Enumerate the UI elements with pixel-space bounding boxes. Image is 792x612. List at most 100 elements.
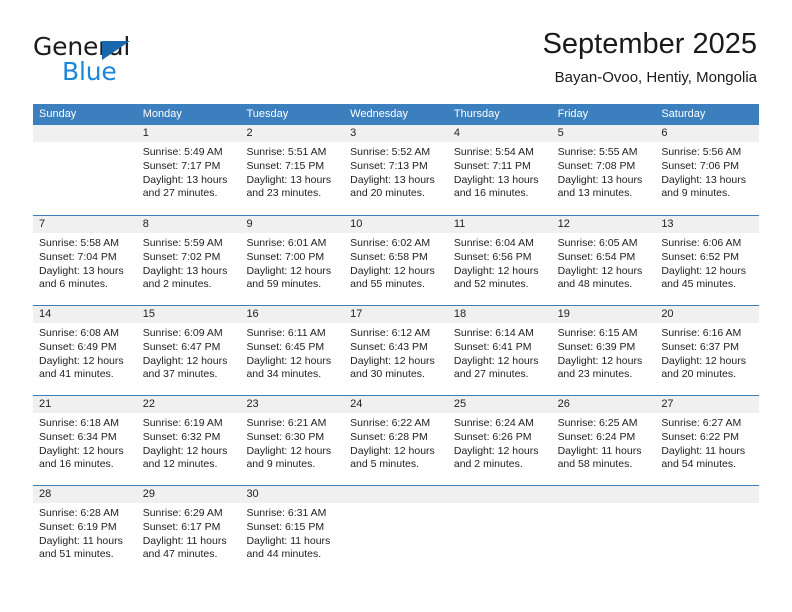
day-sun-info: Sunrise: 6:19 AM Sunset: 6:32 PM Daylight:… — [137, 413, 241, 472]
day-number: 11 — [447, 216, 552, 233]
sunset-text: Sunset: 6:19 PM — [39, 520, 117, 533]
day-sun-info: Sunrise: 5:56 AM Sunset: 7:06 PM Daylight:… — [655, 142, 759, 201]
sunset-text: Sunset: 6:56 PM — [453, 250, 532, 263]
sunset-text: Sunset: 6:49 PM — [39, 340, 117, 353]
sunrise-text: Sunrise: 6:14 AM — [453, 327, 534, 339]
day-sun-info: Sunrise: 5:52 AM Sunset: 7:13 PM Daylight:… — [344, 142, 448, 201]
sunset-text: Sunset: 6:45 PM — [246, 340, 325, 353]
daylight-text: Daylight: 11 hours and 47 minutes. — [142, 534, 227, 561]
sunset-text: Sunset: 6:43 PM — [350, 340, 428, 353]
day-sun-info: Sunrise: 6:21 AM Sunset: 6:30 PM Daylight:… — [240, 413, 344, 472]
calendar-day-cell[interactable]: 28 Sunrise: 6:28 AM Sunset: 6:19 PM Dayligh… — [33, 486, 137, 575]
day-number: 18 — [447, 306, 552, 323]
daylight-text: Daylight: 11 hours and 51 minutes. — [39, 534, 123, 561]
calendar-day-cell[interactable]: 16 Sunrise: 6:11 AM Sunset: 6:45 PM Dayligh… — [240, 306, 345, 395]
calendar-day-cell[interactable]: 7 Sunrise: 5:58 AM Sunset: 7:04 PM Daylight… — [33, 216, 137, 305]
calendar-day-cell[interactable]: 18 Sunrise: 6:14 AM Sunset: 6:41 PM Dayligh… — [447, 306, 552, 395]
calendar-day-cell[interactable]: 23 Sunrise: 6:21 AM Sunset: 6:30 PM Dayligh… — [240, 396, 345, 485]
sunset-text: Sunset: 6:52 PM — [661, 250, 739, 263]
sunset-text: Sunset: 7:04 PM — [39, 250, 117, 263]
sunrise-text: Sunrise: 6:05 AM — [557, 237, 638, 249]
calendar-day-cell[interactable]: 19 Sunrise: 6:15 AM Sunset: 6:39 PM Dayligh… — [551, 306, 656, 395]
daylight-text: Daylight: 11 hours and 54 minutes. — [661, 444, 746, 471]
weekday-header-saturday: Saturday — [661, 108, 706, 120]
general-blue-logo[interactable]: General Blue — [33, 34, 213, 86]
calendar-day-cell[interactable]: 21 Sunrise: 6:18 AM Sunset: 6:34 PM Dayligh… — [33, 396, 137, 485]
day-number: 21 — [33, 396, 137, 413]
calendar-week-row: 7 Sunrise: 5:58 AM Sunset: 7:04 PM Daylight… — [33, 215, 760, 305]
day-number: 6 — [655, 125, 760, 142]
day-number: 1 — [136, 125, 241, 142]
sunrise-text: Sunrise: 6:06 AM — [661, 237, 742, 249]
sunset-text: Sunset: 7:06 PM — [661, 159, 739, 172]
calendar-day-cell[interactable]: 13 Sunrise: 6:06 AM Sunset: 6:52 PM Dayligh… — [655, 216, 760, 305]
calendar-day-cell[interactable]: 20 Sunrise: 6:16 AM Sunset: 6:37 PM Dayligh… — [655, 306, 760, 395]
calendar-day-cell[interactable]: 15 Sunrise: 6:09 AM Sunset: 6:47 PM Dayligh… — [136, 306, 241, 395]
sunset-text: Sunset: 6:54 PM — [557, 250, 636, 263]
daylight-text: Daylight: 13 hours and 9 minutes. — [661, 173, 746, 200]
sunrise-text: Sunrise: 6:29 AM — [142, 507, 223, 519]
calendar-day-cell[interactable]: 29 Sunrise: 6:29 AM Sunset: 6:17 PM Dayligh… — [136, 486, 241, 575]
weekday-header-sunday: Sunday — [39, 108, 77, 120]
calendar-day-cell[interactable]: 1 Sunrise: 5:49 AM Sunset: 7:17 PM Daylight… — [136, 125, 241, 215]
day-sun-info: Sunrise: 6:01 AM Sunset: 7:00 PM Daylight:… — [240, 233, 344, 292]
sunrise-text: Sunrise: 5:54 AM — [453, 146, 534, 158]
sunrise-text: Sunrise: 5:56 AM — [661, 146, 742, 158]
sunrise-text: Sunrise: 6:12 AM — [350, 327, 431, 339]
sunset-text: Sunset: 6:34 PM — [39, 430, 117, 443]
calendar-page: General Blue September 2025 Bayan-Ovoo, … — [0, 0, 792, 612]
calendar-day-cell[interactable]: 5 Sunrise: 5:55 AM Sunset: 7:08 PM Daylight… — [551, 125, 656, 215]
day-number: 17 — [344, 306, 448, 323]
sunset-text: Sunset: 7:11 PM — [453, 159, 531, 172]
page-header: General Blue September 2025 Bayan-Ovoo, … — [0, 0, 792, 100]
calendar-day-cell[interactable]: 8 Sunrise: 5:59 AM Sunset: 7:02 PM Daylight… — [136, 216, 241, 305]
calendar-day-cell[interactable]: 25 Sunrise: 6:24 AM Sunset: 6:26 PM Dayligh… — [447, 396, 552, 485]
calendar-day-cell[interactable]: 11 Sunrise: 6:04 AM Sunset: 6:56 PM Dayligh… — [447, 216, 552, 305]
weekday-header-row: Sunday Monday Tuesday Wednesday Thursday… — [33, 104, 759, 125]
calendar-day-cell[interactable]: 3 Sunrise: 5:52 AM Sunset: 7:13 PM Daylight… — [344, 125, 448, 215]
day-number: 5 — [551, 125, 656, 142]
calendar-week-row: 14 Sunrise: 6:08 AM Sunset: 6:49 PM Dayligh… — [33, 305, 760, 395]
calendar-day-cell[interactable]: 22 Sunrise: 6:19 AM Sunset: 6:32 PM Dayligh… — [136, 396, 241, 485]
daylight-text: Daylight: 13 hours and 20 minutes. — [350, 173, 435, 200]
calendar-day-cell[interactable]: 27 Sunrise: 6:27 AM Sunset: 6:22 PM Dayligh… — [655, 396, 760, 485]
calendar-day-cell[interactable]: 6 Sunrise: 5:56 AM Sunset: 7:06 PM Daylight… — [655, 125, 760, 215]
daylight-text: Daylight: 12 hours and 55 minutes. — [350, 264, 435, 291]
day-number: 13 — [655, 216, 760, 233]
calendar-day-cell[interactable]: 12 Sunrise: 6:05 AM Sunset: 6:54 PM Dayligh… — [551, 216, 656, 305]
daylight-text: Daylight: 12 hours and 41 minutes. — [39, 354, 124, 381]
calendar-week-row: 21 Sunrise: 6:18 AM Sunset: 6:34 PM Dayligh… — [33, 395, 760, 485]
calendar-day-cell[interactable]: 14 Sunrise: 6:08 AM Sunset: 6:49 PM Dayligh… — [33, 306, 137, 395]
daylight-text: Daylight: 12 hours and 20 minutes. — [661, 354, 746, 381]
sunrise-text: Sunrise: 5:49 AM — [142, 146, 223, 158]
day-sun-info: Sunrise: 6:05 AM Sunset: 6:54 PM Daylight:… — [552, 233, 656, 292]
sunrise-text: Sunrise: 6:01 AM — [246, 237, 327, 249]
calendar-day-cell[interactable]: 9 Sunrise: 6:01 AM Sunset: 7:00 PM Daylight… — [240, 216, 345, 305]
day-number: 19 — [551, 306, 656, 323]
day-number: 27 — [655, 396, 760, 413]
calendar-grid: Sunday Monday Tuesday Wednesday Thursday… — [33, 104, 760, 575]
day-sun-info: Sunrise: 6:02 AM Sunset: 6:58 PM Daylight:… — [344, 233, 448, 292]
daylight-text: Daylight: 12 hours and 52 minutes. — [453, 264, 539, 291]
weekday-header-friday: Friday — [557, 108, 589, 120]
day-sun-info: Sunrise: 6:31 AM Sunset: 6:15 PM Daylight:… — [240, 503, 344, 562]
day-number: 4 — [447, 125, 552, 142]
calendar-day-cell[interactable]: 30 Sunrise: 6:31 AM Sunset: 6:15 PM Dayligh… — [240, 486, 345, 575]
calendar-day-cell[interactable]: 24 Sunrise: 6:22 AM Sunset: 6:28 PM Dayligh… — [344, 396, 448, 485]
daylight-text: Daylight: 12 hours and 34 minutes. — [246, 354, 332, 381]
daylight-text: Daylight: 12 hours and 30 minutes. — [350, 354, 435, 381]
sunset-text: Sunset: 6:26 PM — [453, 430, 532, 443]
calendar-day-cell[interactable]: 10 Sunrise: 6:02 AM Sunset: 6:58 PM Dayligh… — [344, 216, 448, 305]
logo-text-blue: Blue — [62, 57, 117, 86]
calendar-day-cell-empty — [655, 486, 760, 575]
calendar-day-cell[interactable]: 17 Sunrise: 6:12 AM Sunset: 6:43 PM Dayligh… — [344, 306, 448, 395]
calendar-day-cell[interactable]: 4 Sunrise: 5:54 AM Sunset: 7:11 PM Daylight… — [447, 125, 552, 215]
calendar-day-cell-empty — [344, 486, 448, 575]
day-sun-info: Sunrise: 6:09 AM Sunset: 6:47 PM Daylight:… — [137, 323, 241, 382]
calendar-day-cell[interactable]: 26 Sunrise: 6:25 AM Sunset: 6:24 PM Dayligh… — [551, 396, 656, 485]
calendar-day-cell[interactable]: 2 Sunrise: 5:51 AM Sunset: 7:15 PM Daylight… — [240, 125, 345, 215]
daylight-text: Daylight: 12 hours and 45 minutes. — [661, 264, 746, 291]
daylight-text: Daylight: 12 hours and 59 minutes. — [246, 264, 332, 291]
calendar-week-row: 28 Sunrise: 6:28 AM Sunset: 6:19 PM Dayligh… — [33, 485, 760, 575]
calendar-day-cell-empty — [33, 125, 137, 215]
